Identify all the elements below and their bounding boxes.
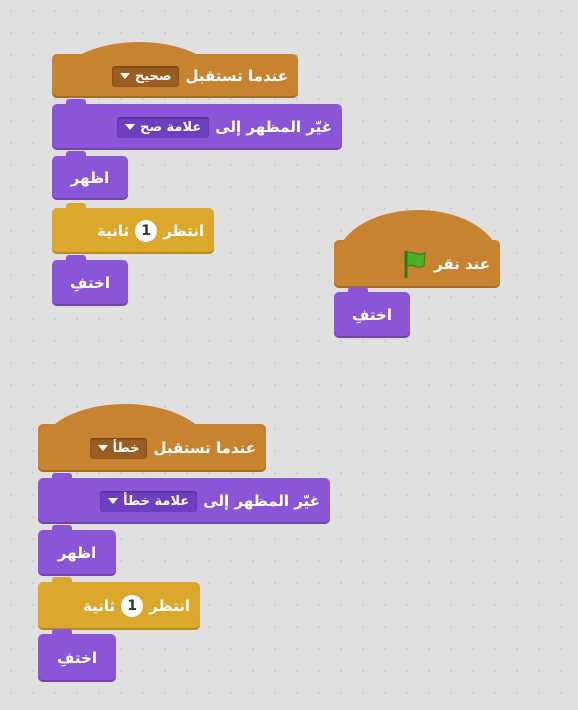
block-label: اختفِ [70,274,110,292]
when-flag-clicked-block[interactable]: عند نقر [334,240,500,288]
wait-suffix: ثانية [83,597,116,615]
costume-dropdown[interactable]: علامة صح [117,116,210,138]
costume-value: علامة خطأ [123,493,190,509]
wait-prefix: انتظر [149,597,190,615]
block-label: اظهر [57,544,97,562]
block-label: غيّر المظهر إلى [215,118,332,136]
block-label: عندما تستقبل [153,439,256,457]
when-i-receive-block[interactable]: صحيح عندما تستقبل [52,54,298,98]
message-value: صحيح [134,68,172,84]
dropdown-arrow-icon [125,124,136,130]
costume-value: علامة صح [140,119,202,135]
block-label: اختفِ [57,649,97,667]
hide-block[interactable]: اختفِ [334,287,410,338]
wait-suffix: ثانية [97,222,130,240]
message-dropdown[interactable]: خطأ [89,437,148,459]
message-dropdown[interactable]: صحيح [111,65,180,87]
show-block[interactable]: اظهر [38,525,116,576]
wait-block[interactable]: ثانية 1 انتظر [38,577,200,630]
when-i-receive-block[interactable]: خطأ عندما تستقبل [38,424,266,472]
dropdown-arrow-icon [97,445,108,451]
switch-costume-block[interactable]: علامة صح غيّر المظهر إلى [52,99,342,150]
green-flag-icon [404,250,426,278]
block-label: اختفِ [352,306,392,324]
scripts-area[interactable]: صحيح عندما تستقبل علامة صح غيّر المظهر إ… [0,0,578,710]
message-value: خطأ [112,440,140,456]
dropdown-arrow-icon [108,498,119,504]
hide-block[interactable]: اختفِ [38,629,116,682]
block-label: عندما تستقبل [185,67,288,85]
block-label: اظهر [70,169,110,187]
wait-prefix: انتظر [163,222,204,240]
costume-dropdown[interactable]: علامة خطأ [100,490,198,512]
block-label: غيّر المظهر إلى [203,492,320,510]
wait-block[interactable]: ثانية 1 انتظر [52,203,214,254]
wait-seconds-input[interactable]: 1 [135,220,158,242]
dropdown-arrow-icon [119,73,130,79]
switch-costume-block[interactable]: علامة خطأ غيّر المظهر إلى [38,473,330,524]
wait-seconds-input[interactable]: 1 [121,595,144,617]
hide-block[interactable]: اختفِ [52,255,128,306]
block-label: عند نقر [433,255,490,273]
show-block[interactable]: اظهر [52,151,128,200]
